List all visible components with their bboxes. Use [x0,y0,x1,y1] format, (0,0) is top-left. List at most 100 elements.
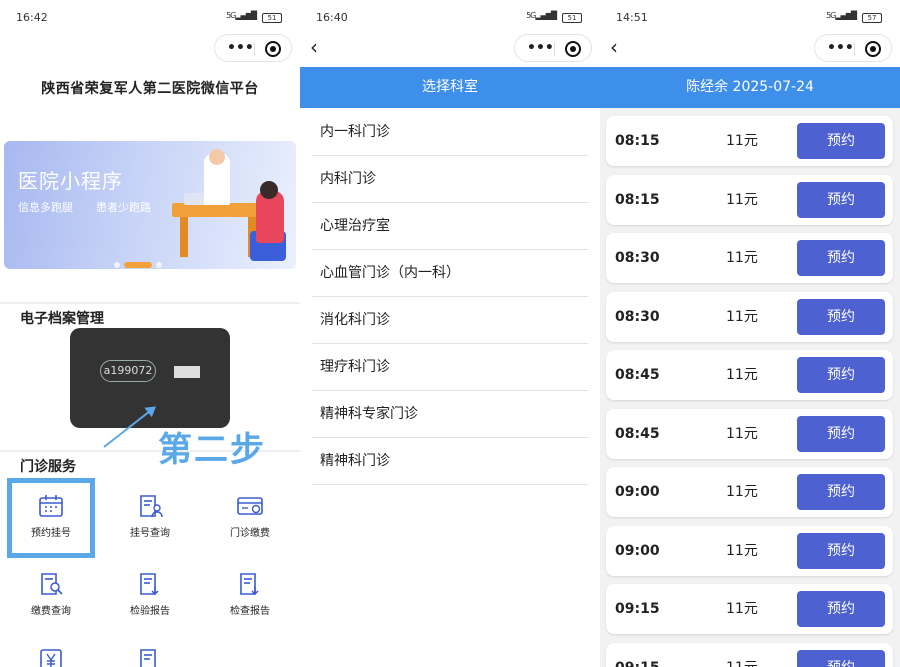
report-icon [240,573,259,596]
capsule-divider [554,42,555,56]
slot-time: 09:00 [615,543,660,559]
timeslot-row: 09:15 11元 预约 [606,584,893,634]
timeslot-row: 08:45 11元 预约 [606,409,893,459]
section-title-records: 电子档案管理 [20,311,104,327]
book-button[interactable]: 预约 [797,416,885,452]
page-title-bar: 选择科室 [300,67,600,108]
slot-time: 08:45 [615,367,660,383]
report-icon [140,573,159,596]
service-payment[interactable]: 门诊缴费 [210,494,290,539]
slot-price: 11元 [726,192,758,208]
book-button[interactable]: 预约 [797,357,885,393]
section-divider [0,302,300,304]
banner-title: 医院小程序 [18,169,123,193]
desk-illustration [172,203,264,217]
department-item[interactable]: 精神科专家门诊 [312,391,588,438]
promo-banner[interactable]: 医院小程序 信息多跑腿 患者少跑路 [4,141,296,269]
book-button[interactable]: 预约 [797,240,885,276]
overlay-block [174,366,200,378]
department-item[interactable]: 内一科门诊 [312,109,588,156]
timeslot-row: 08:30 11元 预约 [606,292,893,342]
department-item[interactable]: 内科门诊 [312,156,588,203]
miniprogram-capsule[interactable]: ••• [214,34,292,62]
book-button[interactable]: 预约 [797,591,885,627]
doc-search-icon [41,573,63,595]
banner-subtitle-1: 信息多跑腿 [18,201,73,214]
patient-head-illustration [260,181,278,199]
slot-price: 11元 [726,133,758,149]
department-item[interactable]: 心血管门诊（内一科） [312,250,588,297]
department-item[interactable]: 理疗科门诊 [312,344,588,391]
service-label: 挂号查询 [130,528,170,539]
department-item[interactable]: 心理治疗室 [312,203,588,250]
service-label: 检验报告 [130,606,170,617]
service-lab-report[interactable]: 检验报告 [110,572,190,617]
slot-price: 11元 [726,309,758,325]
close-miniprogram-icon[interactable] [565,41,581,57]
timeslot-row: 08:30 11元 预约 [606,233,893,283]
department-item[interactable]: 消化科门诊 [312,297,588,344]
slot-time: 08:30 [615,250,660,266]
miniprogram-capsule[interactable]: ••• [814,34,892,62]
service-more[interactable] [11,648,91,667]
back-chevron-icon[interactable]: ‹ [310,36,318,58]
slot-time: 08:45 [615,426,660,442]
banner-subtitle-2: 患者少跑路 [96,201,151,214]
slot-time: 08:30 [615,309,660,325]
book-button[interactable]: 预约 [797,299,885,335]
capsule-divider [854,42,855,56]
step-annotation: 第二步 [158,430,266,470]
slot-price: 11元 [726,543,758,559]
book-button[interactable]: 预约 [797,533,885,569]
service-label: 门诊缴费 [230,528,270,539]
overlay-id-badge: a199072 [100,360,156,382]
service-registration-query[interactable]: 挂号查询 [110,494,190,539]
slot-time: 09:15 [615,601,660,617]
timeslot-row: 08:15 11元 预约 [606,175,893,225]
card-icon [237,497,263,515]
battery-icon: 51 [262,13,282,23]
doc-person-icon [140,495,163,518]
service-exam-report[interactable]: 检查报告 [210,572,290,617]
highlight-box [7,478,95,558]
slot-time: 09:15 [615,643,660,667]
book-button[interactable]: 预约 [797,123,885,159]
book-button[interactable]: 预约 [797,474,885,510]
slot-time: 08:15 [615,133,660,149]
book-button[interactable]: 预约 [797,650,885,667]
more-icon[interactable]: ••• [527,41,554,55]
service-payment-query[interactable]: 缴费查询 [11,572,91,617]
slot-time: 09:00 [615,484,660,500]
department-screen: 16:40 5G▂▄▆█ 51 ‹ ••• 选择科室 内一科门诊 内科门诊 心理… [300,0,600,667]
report-icon [140,649,156,667]
service-more[interactable] [110,648,190,667]
service-label: 检查报告 [230,606,270,617]
service-label: 缴费查询 [31,606,71,617]
battery-icon: 57 [862,13,882,23]
department-item[interactable]: 精神科门诊 [312,438,588,485]
desk-leg [180,217,188,257]
slot-price: 11元 [726,601,758,617]
page-title: 陕西省荣复军人第二医院微信平台 [41,81,259,97]
slot-price: 11元 [726,426,758,442]
carousel-indicator [114,253,174,268]
more-icon[interactable]: ••• [827,41,854,55]
signal-icon: 5G▂▄▆█ [826,11,857,20]
capsule-divider [254,42,255,56]
timeslot-row: 08:15 11元 预约 [606,116,893,166]
status-bar: 14:51 5G▂▄▆█ 57 [600,8,900,28]
book-button[interactable]: 预约 [797,182,885,218]
status-time: 14:51 [616,11,648,24]
more-icon[interactable]: ••• [227,41,254,55]
status-bar: 16:40 5G▂▄▆█ 51 [300,8,600,28]
back-chevron-icon[interactable]: ‹ [610,36,618,58]
slot-price: 11元 [726,250,758,266]
miniprogram-capsule[interactable]: ••• [514,34,592,62]
slot-time: 08:15 [615,192,660,208]
close-miniprogram-icon[interactable] [865,41,881,57]
doctor-head-illustration [209,149,225,165]
timeslot-screen: 14:51 5G▂▄▆█ 57 ‹ ••• 陈经余 2025-07-24 08:… [600,0,900,667]
page-title-bar: 陈经余 2025-07-24 [600,67,900,108]
yen-icon [40,649,62,667]
close-miniprogram-icon[interactable] [265,41,281,57]
